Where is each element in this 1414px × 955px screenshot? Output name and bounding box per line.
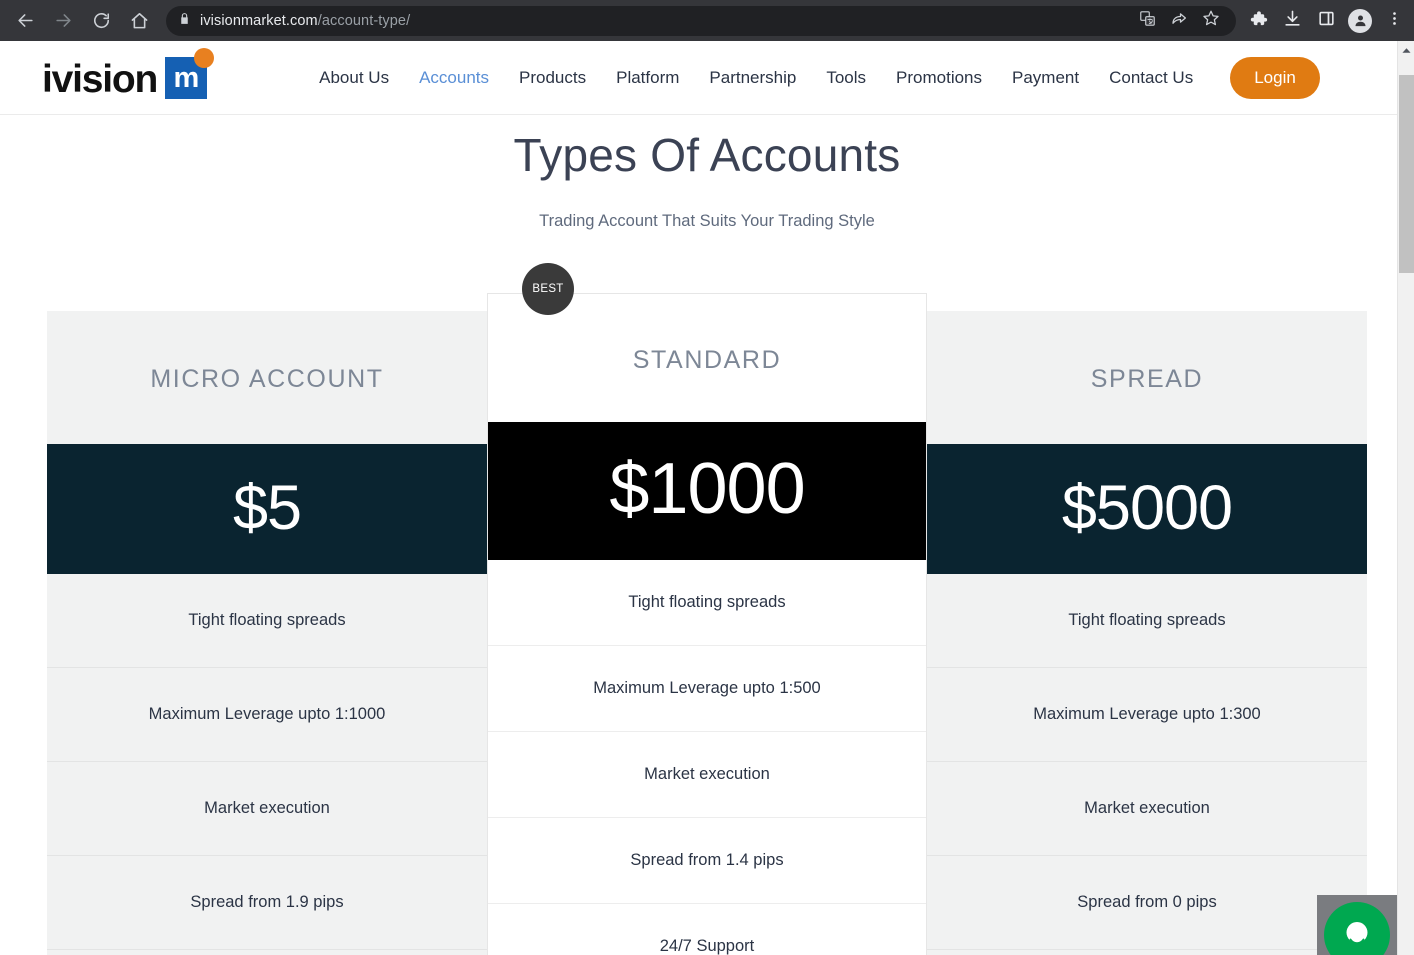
pricing-feature: Spread from 1.4 pips (488, 818, 926, 904)
pricing-feature: 24/7 Support (927, 950, 1367, 955)
address-bar[interactable]: ivisionmarket.com/account-type/ (166, 5, 1236, 36)
nav-item-promotions[interactable]: Promotions (881, 68, 997, 88)
translate-button[interactable] (1134, 8, 1160, 34)
pricing-feature: Maximum Leverage upto 1:500 (488, 646, 926, 732)
puzzle-icon (1249, 9, 1268, 33)
nav-item-accounts[interactable]: Accounts (404, 68, 504, 88)
site-security-button[interactable] (178, 12, 200, 30)
nav-item-payment[interactable]: Payment (997, 68, 1094, 88)
profile-avatar-icon (1348, 8, 1372, 33)
url-domain: ivisionmarket.com (200, 12, 318, 29)
home-button[interactable] (122, 4, 156, 38)
share-button[interactable] (1166, 8, 1192, 34)
pricing-feature: 24/7 Support (47, 950, 487, 955)
reload-button[interactable] (84, 4, 118, 38)
omnibox-actions (1134, 8, 1224, 34)
star-icon (1202, 9, 1220, 32)
nav-item-products[interactable]: Products (504, 68, 601, 88)
scrollbar-thumb[interactable] (1399, 75, 1414, 273)
pricing-card-price: $1000 (488, 422, 926, 560)
pricing-card-price: $5000 (927, 444, 1367, 574)
best-badge: BEST (522, 263, 574, 315)
nav-item-platform[interactable]: Platform (601, 68, 694, 88)
pricing-feature: 24/7 Support (488, 904, 926, 955)
logo-wordmark: ivision (42, 57, 158, 101)
bookmark-button[interactable] (1198, 8, 1224, 34)
back-button[interactable] (8, 4, 42, 38)
url-path: /account-type/ (317, 12, 411, 29)
nav-item-contact-us[interactable]: Contact Us (1094, 68, 1208, 88)
forward-button[interactable] (46, 4, 80, 38)
page-scrollbar[interactable] (1397, 41, 1414, 955)
site-logo[interactable]: ivision m (42, 47, 215, 101)
home-icon (130, 11, 149, 30)
translate-icon (1139, 10, 1156, 32)
pricing-feature: Maximum Leverage upto 1:300 (927, 668, 1367, 762)
download-icon (1283, 9, 1302, 33)
side-panel-button[interactable] (1310, 5, 1342, 37)
pricing-feature: Market execution (47, 762, 487, 856)
page-viewport: ivision m About Us Accounts Products Pla… (0, 41, 1414, 955)
logo-mark-letter: m (173, 61, 199, 94)
login-button[interactable]: Login (1230, 56, 1320, 99)
scrollbar-up-button[interactable] (1398, 41, 1414, 58)
main-navigation: About Us Accounts Products Platform Part… (304, 68, 1208, 88)
url-text: ivisionmarket.com/account-type/ (200, 13, 410, 29)
nav-item-tools[interactable]: Tools (811, 68, 881, 88)
profile-button[interactable] (1344, 5, 1376, 37)
pricing-card-title: SPREAD (1090, 365, 1204, 393)
forward-arrow-icon (54, 11, 73, 30)
pricing-card-standard: BEST STANDARD $1000 Tight floating sprea… (487, 263, 927, 955)
pricing-feature: Market execution (488, 732, 926, 818)
logo-dot-icon (194, 47, 215, 68)
pricing-feature: Tight floating spreads (488, 560, 926, 646)
pricing-card-title: MICRO ACCOUNT (150, 365, 384, 393)
nav-item-about-us[interactable]: About Us (304, 68, 404, 88)
live-chat-icon (1324, 902, 1390, 955)
share-icon (1170, 9, 1188, 32)
pricing-feature: Maximum Leverage upto 1:1000 (47, 668, 487, 762)
pricing-feature: Spread from 0 pips (927, 856, 1367, 950)
lock-icon (178, 12, 191, 30)
downloads-button[interactable] (1276, 5, 1308, 37)
browser-toolbar: ivisionmarket.com/account-type/ (0, 0, 1414, 41)
pricing-card-spread: SPREAD $5000 Tight floating spreads Maxi… (927, 311, 1367, 955)
pricing-feature: Spread from 1.9 pips (47, 856, 487, 950)
browser-nav-buttons (0, 4, 156, 38)
page-title: Types Of Accounts (513, 129, 901, 181)
side-panel-icon (1317, 9, 1336, 33)
chevron-up-icon (1401, 41, 1411, 59)
kebab-menu-icon (1386, 10, 1403, 32)
logo-mark: m (165, 47, 215, 99)
page-hero: Types Of Accounts Trading Account That S… (0, 115, 1414, 231)
back-arrow-icon (16, 11, 35, 30)
pricing-card-price: $5 (47, 444, 487, 574)
live-chat-button[interactable] (1317, 895, 1397, 955)
nav-item-partnership[interactable]: Partnership (694, 68, 811, 88)
page-subtitle: Trading Account That Suits Your Trading … (539, 212, 875, 230)
pricing-feature: Tight floating spreads (47, 574, 487, 668)
browser-menu-button[interactable] (1378, 5, 1410, 37)
extensions-button[interactable] (1242, 5, 1274, 37)
site-header: ivision m About Us Accounts Products Pla… (0, 41, 1414, 115)
reload-icon (92, 11, 111, 30)
pricing-table: MICRO ACCOUNT $5 Tight floating spreads … (0, 263, 1414, 955)
pricing-feature: Tight floating spreads (927, 574, 1367, 668)
pricing-feature: Market execution (927, 762, 1367, 856)
browser-toolbar-icons (1242, 5, 1414, 37)
pricing-card-micro: MICRO ACCOUNT $5 Tight floating spreads … (47, 311, 487, 955)
